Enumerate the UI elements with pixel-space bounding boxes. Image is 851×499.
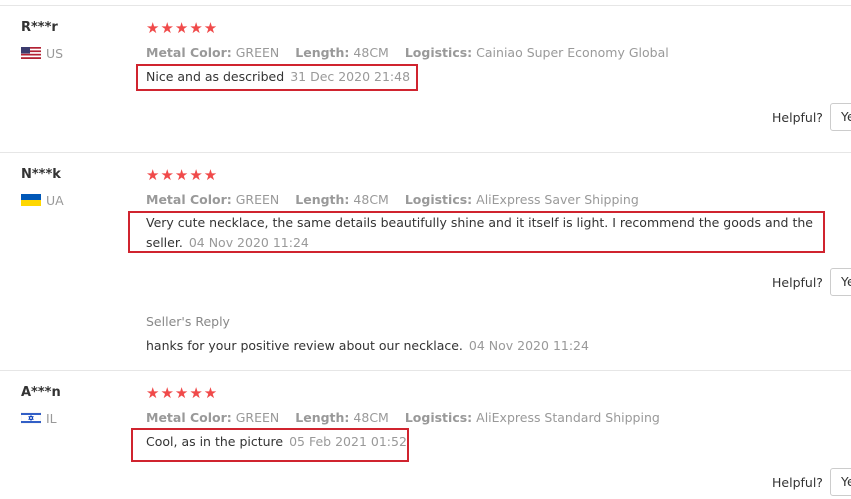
review-attributes: Metal Color: GREEN Length: 48CM Logistic… [146, 45, 681, 60]
attr-value: AliExpress Saver Shipping [476, 192, 639, 207]
review-attributes: Metal Color: GREEN Length: 48CM Logistic… [146, 410, 672, 425]
helpful-yes-button[interactable]: Yes [830, 103, 851, 131]
seller-reply-body: hanks for your positive review about our… [146, 338, 463, 353]
reviewer-name: R***r [21, 20, 58, 35]
attr-value: AliExpress Standard Shipping [476, 410, 660, 425]
attr-value: GREEN [235, 410, 280, 425]
reviewer-name: N***k [21, 167, 61, 182]
attr-value: GREEN [235, 192, 280, 207]
country-code: US [46, 46, 64, 61]
review-body: Nice and as described [146, 69, 285, 84]
review-text: Cool, as in the picture 05 Feb 2021 01:52 [146, 432, 407, 452]
reviewer-country: UA [21, 193, 64, 208]
review-date: 05 Feb 2021 01:52 [289, 434, 407, 449]
attr-key: Logistics: [404, 192, 473, 207]
star-rating: ★★★★★ [146, 166, 219, 184]
attr-key: Length: [295, 410, 350, 425]
review-date: 04 Nov 2020 11:24 [188, 235, 309, 250]
review-text: Very cute necklace, the same details bea… [146, 213, 846, 253]
seller-reply-date: 04 Nov 2020 11:24 [468, 338, 589, 353]
star-rating: ★★★★★ [146, 384, 219, 402]
divider [0, 370, 851, 371]
helpful-label: Helpful? [772, 110, 823, 125]
country-code: UA [46, 193, 64, 208]
attr-key: Metal Color: [146, 192, 232, 207]
il-flag-icon [21, 412, 41, 424]
attr-value: 48CM [353, 410, 389, 425]
review-list: R***r US ★★★★★ Metal Color: GREEN Length… [0, 0, 851, 499]
review-date: 31 Dec 2020 21:48 [290, 69, 411, 84]
helpful-yes-button[interactable]: Yes [830, 468, 851, 496]
attr-key: Logistics: [404, 45, 473, 60]
divider [0, 152, 851, 153]
helpful-label: Helpful? [772, 475, 823, 490]
attr-key: Length: [295, 45, 350, 60]
attr-value: GREEN [235, 45, 280, 60]
helpful-label: Helpful? [772, 275, 823, 290]
ua-flag-icon [21, 194, 41, 206]
country-code: IL [46, 411, 57, 426]
attr-key: Logistics: [404, 410, 473, 425]
reviewer-country: US [21, 46, 63, 61]
helpful-yes-button[interactable]: Yes [830, 268, 851, 296]
attr-key: Length: [295, 192, 350, 207]
review-text: Nice and as described 31 Dec 2020 21:48 [146, 67, 410, 87]
star-rating: ★★★★★ [146, 19, 219, 37]
attr-value: 48CM [353, 192, 389, 207]
review-attributes: Metal Color: GREEN Length: 48CM Logistic… [146, 192, 651, 207]
attr-key: Metal Color: [146, 45, 232, 60]
attr-key: Metal Color: [146, 410, 232, 425]
review-body: Cool, as in the picture [146, 434, 284, 449]
attr-value: Cainiao Super Economy Global [476, 45, 669, 60]
attr-value: 48CM [353, 45, 389, 60]
us-flag-icon [21, 47, 41, 59]
reviewer-name: A***n [21, 385, 61, 400]
reviewer-country: IL [21, 411, 57, 426]
seller-reply-text: hanks for your positive review about our… [146, 338, 589, 353]
seller-reply-title: Seller's Reply [146, 314, 230, 329]
divider [0, 5, 851, 6]
